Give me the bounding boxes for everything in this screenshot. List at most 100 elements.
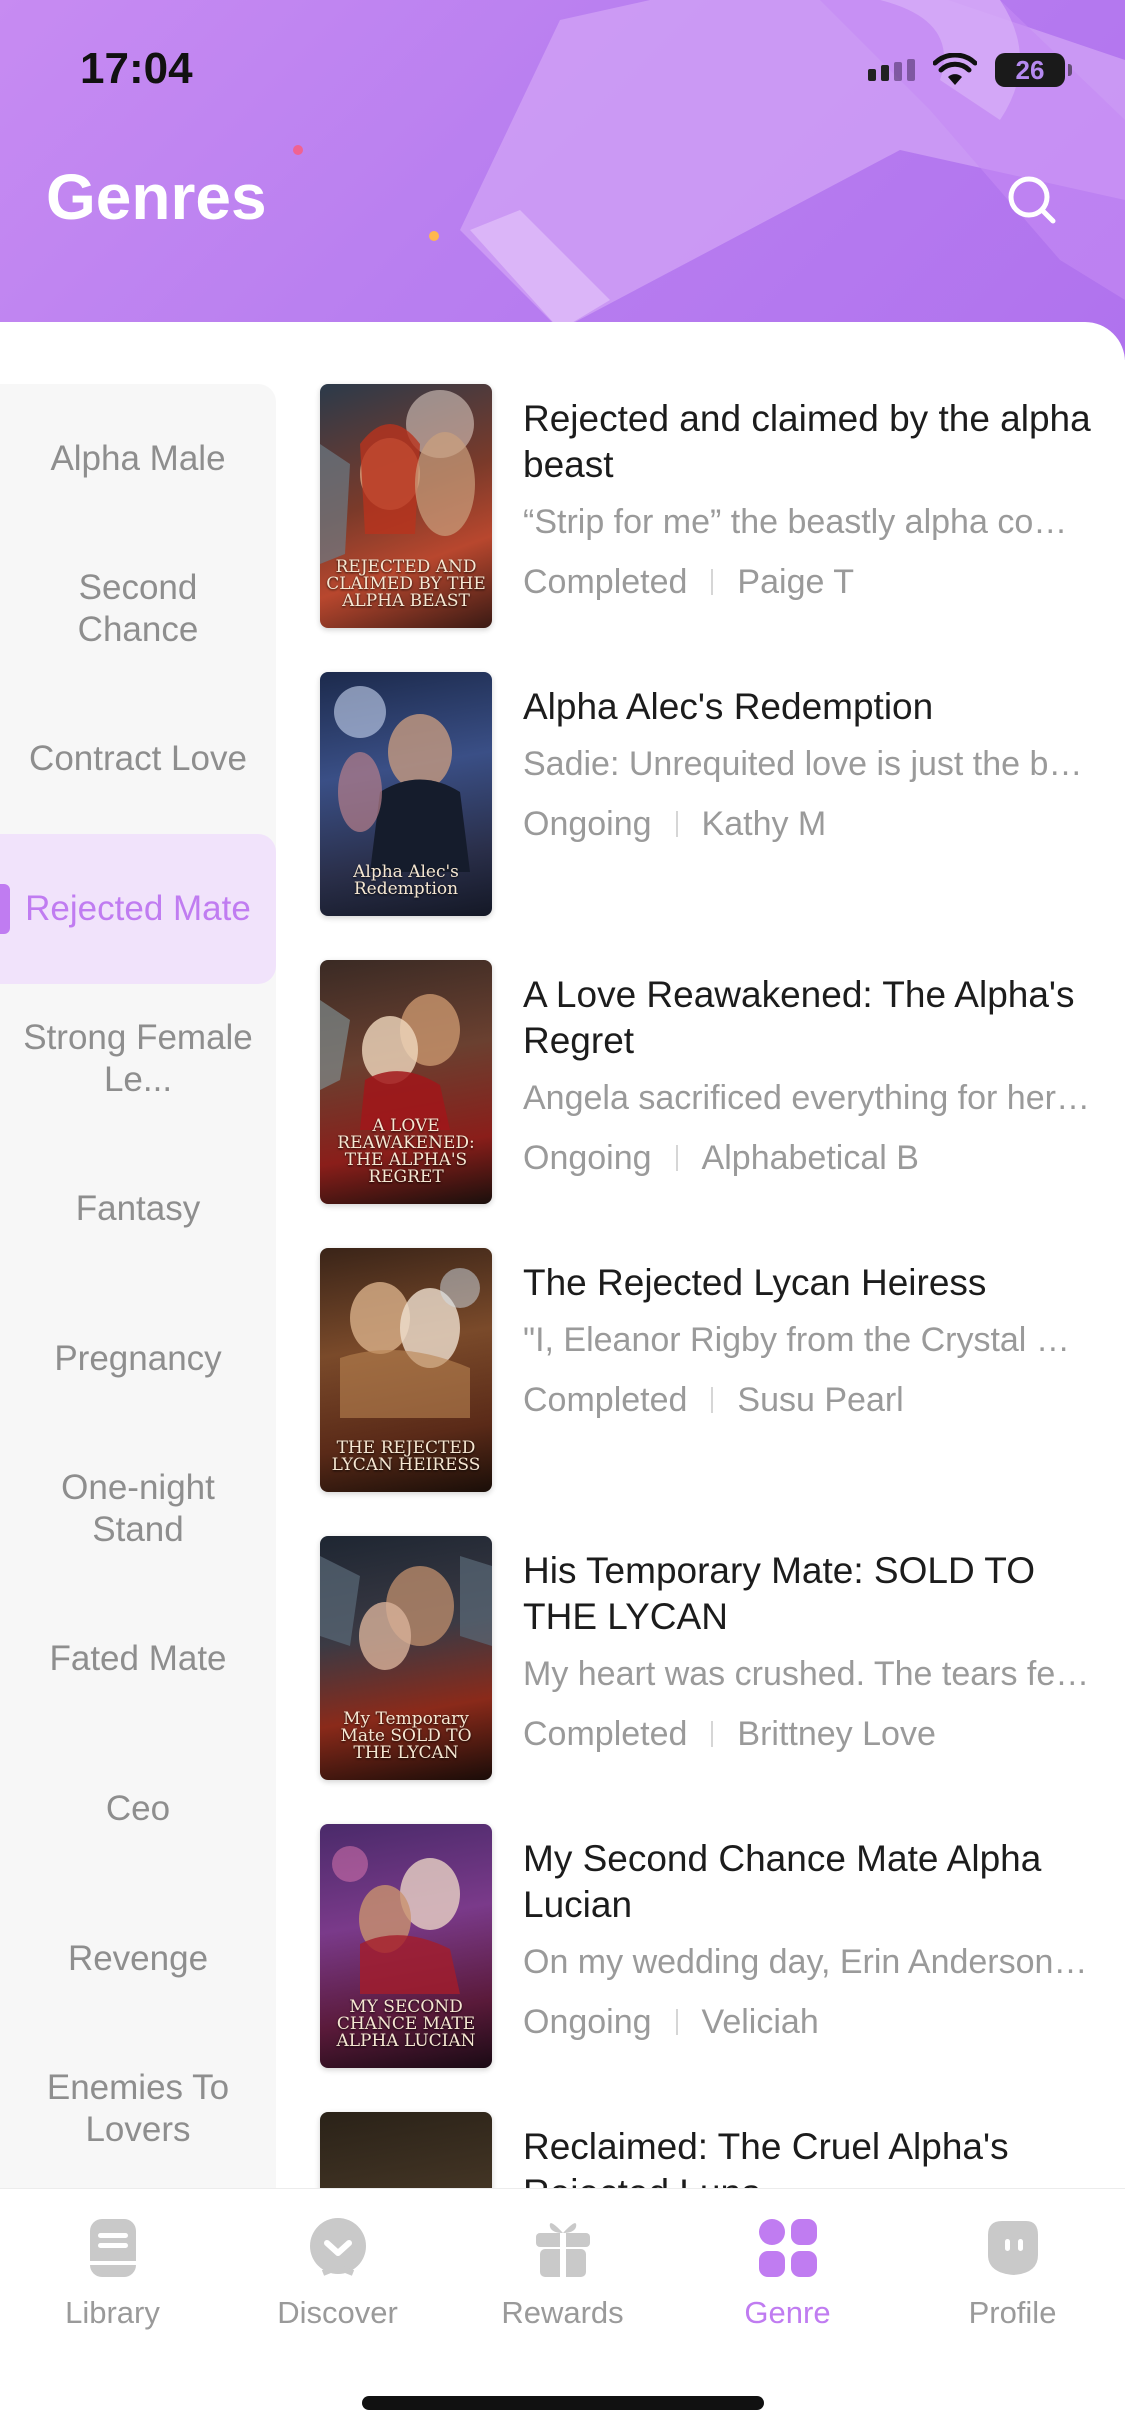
book-author: Susu Pearl (737, 1381, 904, 1419)
sidebar-item-label: Contract Love (29, 739, 247, 778)
meta-divider (675, 1145, 678, 1171)
book-status: Ongoing (523, 1139, 652, 1177)
book-item[interactable]: THE REJECTED LYCAN HEIRESS The Rejected … (320, 1248, 1100, 1494)
genre-sidebar[interactable]: Alpha Male Second Chance Contract Love R… (0, 384, 276, 2188)
wifi-icon (933, 53, 977, 85)
book-title[interactable]: His Temporary Mate: SOLD TO THE LYCAN (523, 1548, 1093, 1640)
sidebar-item-fantasy[interactable]: Fantasy (0, 1134, 276, 1284)
sidebar-item-label: Alpha Male (50, 439, 226, 478)
book-meta: Ongoing Veliciah (523, 2002, 1093, 2042)
book-author: Paige T (737, 563, 854, 601)
sidebar-item-contract-love[interactable]: Contract Love (0, 684, 276, 834)
book-title[interactable]: Reclaimed: The Cruel Alpha's Rejected Lu… (523, 2124, 1093, 2188)
book-info: Alpha Alec's Redemption Sadie: Unrequite… (523, 684, 1093, 844)
sidebar-item-second-chance[interactable]: Second Chance (0, 534, 276, 684)
book-meta: Ongoing Kathy M (523, 804, 1093, 844)
book-author: Brittney Love (737, 1715, 936, 1753)
sidebar-item-label: Pregnancy (54, 1339, 222, 1378)
book-item[interactable]: My Temporary Mate SOLD TO THE LYCAN His … (320, 1536, 1100, 1782)
tab-library[interactable]: Library (0, 2213, 225, 2343)
book-meta: Ongoing Alphabetical B (523, 1138, 1093, 1178)
meta-divider (675, 2009, 678, 2035)
tab-label: Genre (744, 2295, 831, 2330)
book-status: Ongoing (523, 805, 652, 843)
book-description: My heart was crushed. The tears fell dow… (523, 1655, 1093, 1693)
cellular-signal-icon (868, 59, 915, 81)
battery-icon: 26 (995, 53, 1072, 87)
active-indicator (0, 884, 10, 934)
book-status: Completed (523, 563, 688, 601)
book-info: A Love Reawakened: The Alpha's Regret An… (523, 972, 1093, 1178)
sidebar-item-pregnancy[interactable]: Pregnancy (0, 1284, 276, 1434)
discover-icon (309, 2218, 366, 2276)
book-title[interactable]: Alpha Alec's Redemption (523, 684, 1093, 730)
sidebar-item-label: Fantasy (75, 1189, 201, 1228)
sidebar-item-label: Rejected Mate (25, 889, 251, 928)
book-meta: Completed Paige T (523, 562, 1093, 602)
tab-discover[interactable]: Discover (225, 2213, 450, 2343)
sidebar-item-strong-female-lead[interactable]: Strong Female Le... (0, 984, 276, 1134)
book-title[interactable]: Rejected and claimed by the alpha beast (523, 396, 1093, 488)
cover-title: REJECTED AND CLAIMED BY THE ALPHA BEAST (326, 557, 486, 611)
tab-profile[interactable]: Profile (900, 2213, 1125, 2343)
book-item[interactable]: Reclaimed: The Cruel Alpha's Rejected Lu… (320, 2112, 1100, 2188)
sidebar-item-alpha-male[interactable]: Alpha Male (0, 384, 276, 534)
sidebar-item-fated-mate[interactable]: Fated Mate (0, 1584, 276, 1734)
cover-title: My Temporary Mate SOLD TO THE LYCAN (340, 1709, 472, 1763)
book-item[interactable]: MY SECOND CHANCE MATE ALPHA LUCIAN My Se… (320, 1824, 1100, 2070)
gift-icon (535, 2223, 590, 2277)
sidebar-item-rejected-mate[interactable]: Rejected Mate (0, 834, 276, 984)
content-panel: Alpha Male Second Chance Contract Love R… (0, 322, 1125, 2188)
tab-rewards[interactable]: Rewards (450, 2213, 675, 2343)
book-author: Kathy M (701, 805, 827, 843)
sidebar-item-label: Revenge (67, 1939, 209, 1978)
book-cover[interactable]: THE REJECTED LYCAN HEIRESS (320, 1248, 492, 1492)
sidebar-item-label: One-night Stand (61, 1468, 215, 1549)
tab-genre[interactable]: Genre (675, 2213, 900, 2343)
book-cover[interactable]: A LOVE REAWAKENED: THE ALPHA'S REGRET (320, 960, 492, 1204)
cover-title: THE REJECTED LYCAN HEIRESS (331, 1438, 481, 1475)
book-author: Veliciah (701, 2003, 819, 2041)
book-info: The Rejected Lycan Heiress "I, Eleanor R… (523, 1260, 1093, 1420)
book-cover[interactable]: My Temporary Mate SOLD TO THE LYCAN (320, 1536, 492, 1780)
search-icon (1008, 176, 1056, 224)
meta-divider (711, 569, 714, 595)
book-cover[interactable]: MY SECOND CHANCE MATE ALPHA LUCIAN (320, 1824, 492, 2068)
sidebar-item-label: Strong Female Le... (23, 1018, 253, 1099)
meta-divider (711, 1721, 714, 1747)
book-info: My Second Chance Mate Alpha Lucian On my… (523, 1836, 1093, 2042)
book-title[interactable]: My Second Chance Mate Alpha Lucian (523, 1836, 1093, 1928)
tab-label: Discover (277, 2295, 398, 2330)
sidebar-item-one-night-stand[interactable]: One-night Stand (0, 1434, 276, 1584)
book-item[interactable]: REJECTED AND CLAIMED BY THE ALPHA BEAST … (320, 384, 1100, 630)
book-description: On my wedding day, Erin Anderson was gon… (523, 1943, 1093, 1981)
book-title[interactable]: The Rejected Lycan Heiress (523, 1260, 1093, 1306)
book-meta: Completed Brittney Love (523, 1714, 1093, 1754)
book-title[interactable]: A Love Reawakened: The Alpha's Regret (523, 972, 1093, 1064)
search-button[interactable] (997, 165, 1067, 235)
book-description: "I, Eleanor Rigby from the Crystal Moon … (523, 1321, 1093, 1359)
book-status: Completed (523, 1381, 688, 1419)
book-author: Alphabetical B (701, 1139, 919, 1177)
sidebar-item-enemies-to-lovers[interactable]: Enemies To Lovers (0, 2034, 276, 2184)
book-description: Sadie: Unrequited love is just the begin… (523, 745, 1093, 783)
meta-divider (711, 1387, 714, 1413)
cover-title: A LOVE REAWAKENED: THE ALPHA'S REGRET (337, 1116, 475, 1187)
book-cover[interactable]: REJECTED AND CLAIMED BY THE ALPHA BEAST (320, 384, 492, 628)
status-icons: 26 (868, 50, 1072, 90)
book-item[interactable]: Alpha Alec's Redemption Alpha Alec's Red… (320, 672, 1100, 918)
home-indicator (362, 2396, 764, 2410)
status-time: 17:04 (80, 44, 193, 93)
cover-title: MY SECOND CHANCE MATE ALPHA LUCIAN (336, 1997, 476, 2051)
book-cover[interactable] (320, 2112, 492, 2188)
page-title: Genres (46, 161, 267, 233)
sidebar-item-ceo[interactable]: Ceo (0, 1734, 276, 1884)
tab-label: Library (65, 2295, 160, 2330)
book-item[interactable]: A LOVE REAWAKENED: THE ALPHA'S REGRET A … (320, 960, 1100, 1206)
profile-icon (987, 2221, 1038, 2275)
book-info: His Temporary Mate: SOLD TO THE LYCAN My… (523, 1548, 1093, 1754)
book-cover[interactable]: Alpha Alec's Redemption (320, 672, 492, 916)
book-info: Rejected and claimed by the alpha beast … (523, 396, 1093, 602)
sidebar-item-revenge[interactable]: Revenge (0, 1884, 276, 2034)
book-icon (89, 2219, 136, 2277)
